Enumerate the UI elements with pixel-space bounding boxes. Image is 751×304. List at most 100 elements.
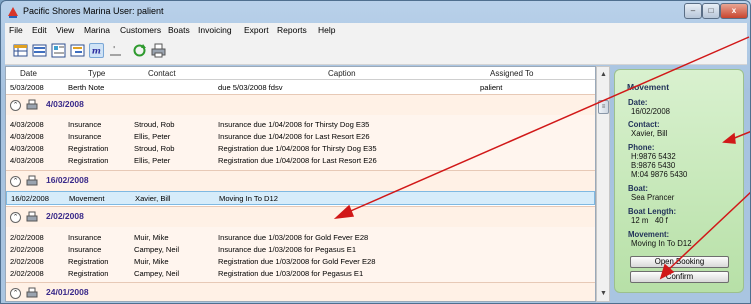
vertical-scrollbar[interactable]: ▲ ≡ ▼ [596, 66, 610, 302]
row-contact: Ellis, Peter [134, 156, 171, 165]
menu-marina[interactable]: Marina [84, 25, 110, 35]
card-view-icon[interactable] [51, 43, 66, 58]
close-button[interactable]: x [720, 3, 748, 19]
menu-boats[interactable]: Boats [168, 25, 190, 35]
printer-icon [26, 175, 38, 186]
collapse-icon[interactable]: ⌃ [10, 288, 21, 299]
list-view-icon[interactable] [32, 43, 47, 58]
print-icon[interactable] [151, 43, 166, 58]
scroll-thumb[interactable]: ≡ [598, 100, 609, 114]
svg-text:m: m [92, 47, 101, 57]
refresh-icon[interactable] [132, 43, 147, 58]
column-caption[interactable]: Caption [328, 69, 356, 78]
row-caption: Insurance due 1/04/2008 for Thirsty Dog … [218, 120, 370, 129]
contact-label: Contact: [628, 120, 660, 129]
table-row[interactable]: 4/03/2008 Registration Ellis, Peter Regi… [6, 154, 595, 167]
activity-grid: Date Type Contact Caption Assigned To 5/… [5, 66, 596, 302]
group-header[interactable]: ⌃ 4/03/2008 [6, 94, 595, 115]
menu-file[interactable]: File [9, 25, 23, 35]
selected-table-row[interactable]: 16/02/2008 Movement Xavier, Bill Moving … [6, 191, 595, 205]
menu-export[interactable]: Export [244, 25, 269, 35]
printer-icon [26, 99, 38, 110]
table-row[interactable]: 2/02/2008 Registration Campey, Neil Regi… [6, 267, 595, 280]
row-type: Registration [68, 269, 109, 278]
row-caption: Registration due 1/04/2008 for Thirsty D… [218, 144, 377, 153]
group-date: 2/02/2008 [46, 211, 84, 221]
tree-view-icon[interactable] [70, 43, 85, 58]
menu-invoicing[interactable]: Invoicing [198, 25, 232, 35]
scroll-down-icon[interactable]: ▼ [598, 288, 609, 299]
menu-reports[interactable]: Reports [277, 25, 307, 35]
movement-label: Movement: [628, 230, 670, 239]
menu-bar: File Edit View Marina Customers Boats In… [5, 23, 747, 38]
grid-header: Date Type Contact Caption Assigned To [6, 67, 595, 80]
group-header[interactable]: ⌃ 16/02/2008 [6, 170, 595, 191]
row-caption: Registration due 1/03/2008 for Pegasus E… [218, 269, 364, 278]
boat-value: Sea Prancer [631, 193, 675, 202]
column-assigned-to[interactable]: Assigned To [490, 69, 533, 78]
row-date: 4/03/2008 [10, 144, 44, 153]
row-contact: Stroud, Rob [134, 120, 175, 129]
phone-mobile: M:04 9876 5430 [631, 170, 688, 179]
title-bar: Pacific Shores Marina User: palient – □ … [1, 1, 750, 23]
menu-customers[interactable]: Customers [120, 25, 161, 35]
table-row[interactable]: 5/03/2008 Berth Note due 5/03/2008 fdsv … [6, 81, 595, 94]
group-date: 4/03/2008 [46, 99, 84, 109]
open-booking-button[interactable]: Open Booking [630, 256, 729, 268]
collapse-icon[interactable]: ⌃ [10, 212, 21, 223]
column-contact[interactable]: Contact [148, 69, 176, 78]
detail-panel: Movement Date: 16/02/2008 Contact: Xavie… [614, 69, 744, 293]
movement-value: Moving In To D12 [631, 239, 692, 248]
svg-text:': ' [113, 45, 115, 54]
row-type: Movement [69, 194, 105, 203]
row-contact: Ellis, Peter [134, 132, 171, 141]
column-date[interactable]: Date [20, 69, 37, 78]
column-type[interactable]: Type [88, 69, 105, 78]
row-caption: Registration due 1/04/2008 for Last Reso… [218, 156, 377, 165]
row-type: Insurance [68, 245, 102, 254]
boat-length-label: Boat Length: [628, 207, 677, 216]
row-type: Berth Note [68, 83, 105, 92]
row-type: Registration [68, 156, 109, 165]
phone-label: Phone: [628, 143, 655, 152]
printer-icon [26, 211, 38, 222]
collapse-icon[interactable]: ⌃ [10, 176, 21, 187]
row-date: 2/02/2008 [10, 257, 44, 266]
row-contact: Muir, Mike [134, 257, 169, 266]
row-date: 4/03/2008 [10, 132, 44, 141]
app-window: Pacific Shores Marina User: palient – □ … [0, 0, 751, 304]
minimize-button[interactable]: – [684, 3, 702, 19]
row-date: 5/03/2008 [10, 83, 44, 92]
row-type: Insurance [68, 132, 102, 141]
marina-app-icon [8, 7, 18, 18]
row-date: 16/02/2008 [11, 194, 50, 203]
boat-length-value: 12 m 40 f [631, 216, 668, 225]
date-label: Date: [628, 98, 648, 107]
row-caption: Insurance due 1/04/2008 for Last Resort … [218, 132, 370, 141]
group-header[interactable]: ⌃ 2/02/2008 [6, 206, 595, 227]
boat-label: Boat: [628, 184, 648, 193]
phone-home: H:9876 5432 [631, 152, 676, 161]
row-contact: Muir, Mike [134, 233, 169, 242]
group-date: 24/01/2008 [46, 287, 89, 297]
menu-edit[interactable]: Edit [32, 25, 47, 35]
menu-help[interactable]: Help [318, 25, 335, 35]
toolbar: m ' [5, 38, 747, 65]
collapse-icon[interactable]: ⌃ [10, 100, 21, 111]
grid-view-icon[interactable] [13, 43, 28, 58]
row-type: Registration [68, 144, 109, 153]
row-date: 2/02/2008 [10, 269, 44, 278]
timeline-view-icon[interactable]: ' [108, 43, 123, 58]
scroll-up-icon[interactable]: ▲ [598, 69, 609, 80]
row-caption: Registration due 1/03/2008 for Gold Feve… [218, 257, 376, 266]
date-value: 16/02/2008 [631, 107, 671, 116]
row-type: Registration [68, 257, 109, 266]
confirm-button[interactable]: Confirm [630, 271, 729, 283]
group-header[interactable]: ⌃ 24/01/2008 [6, 282, 595, 301]
maximize-button[interactable]: □ [702, 3, 720, 19]
menu-view[interactable]: View [56, 25, 74, 35]
row-date: 2/02/2008 [10, 245, 44, 254]
printer-icon [26, 287, 38, 298]
memo-view-icon[interactable]: m [89, 43, 104, 58]
row-contact: Campey, Neil [134, 269, 180, 278]
